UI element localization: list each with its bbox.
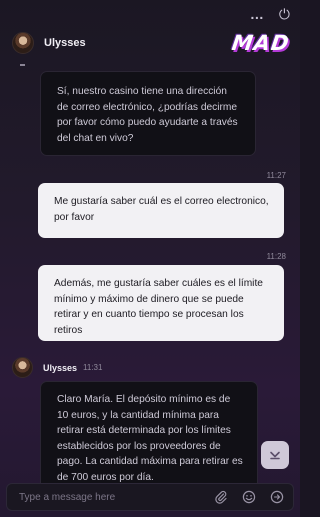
agent-name: Ulysses xyxy=(44,37,86,49)
message-text: Me gustaría saber cuál es el correo elec… xyxy=(54,196,269,223)
power-icon[interactable]: ⏻ xyxy=(279,6,290,22)
agent-message: Claro María. El depósito mínimo es de 10… xyxy=(40,381,258,491)
user-message: Me gustaría saber cuál es el correo elec… xyxy=(38,183,284,238)
chat-window: … ⏻ Ulysses MAD Sí, nuestro casino tiene… xyxy=(0,0,300,517)
message-time: 11:27 xyxy=(266,171,286,180)
scroll-marker xyxy=(20,64,25,66)
message-time: 11:31 xyxy=(83,363,103,372)
message-input[interactable] xyxy=(19,491,201,503)
message-text: Claro María. El depósito mínimo es de 10… xyxy=(57,394,243,483)
message-text: Además, me gustaría saber cuáles es el l… xyxy=(54,278,263,336)
send-icon[interactable] xyxy=(269,489,285,505)
agent-avatar xyxy=(12,357,33,378)
emoji-icon[interactable] xyxy=(241,489,257,505)
message-time: 11:28 xyxy=(266,252,286,261)
window-controls: … ⏻ xyxy=(250,6,290,22)
more-options-icon[interactable]: … xyxy=(250,6,265,22)
message-composer xyxy=(6,483,294,511)
message-text: Sí, nuestro casino tiene una dirección d… xyxy=(57,86,238,144)
brand-logo: MAD xyxy=(230,31,292,55)
agent-message: Sí, nuestro casino tiene una dirección d… xyxy=(40,71,256,156)
chat-header: Ulysses MAD xyxy=(12,30,292,56)
chevron-down-icon xyxy=(270,451,280,460)
scroll-down-button[interactable] xyxy=(261,441,289,469)
agent-avatar xyxy=(12,32,34,54)
agent-message-header: Ulysses 11:31 xyxy=(12,357,102,378)
user-message: Además, me gustaría saber cuáles es el l… xyxy=(38,265,284,341)
agent-name: Ulysses xyxy=(43,362,78,373)
attachment-icon[interactable] xyxy=(213,489,229,505)
